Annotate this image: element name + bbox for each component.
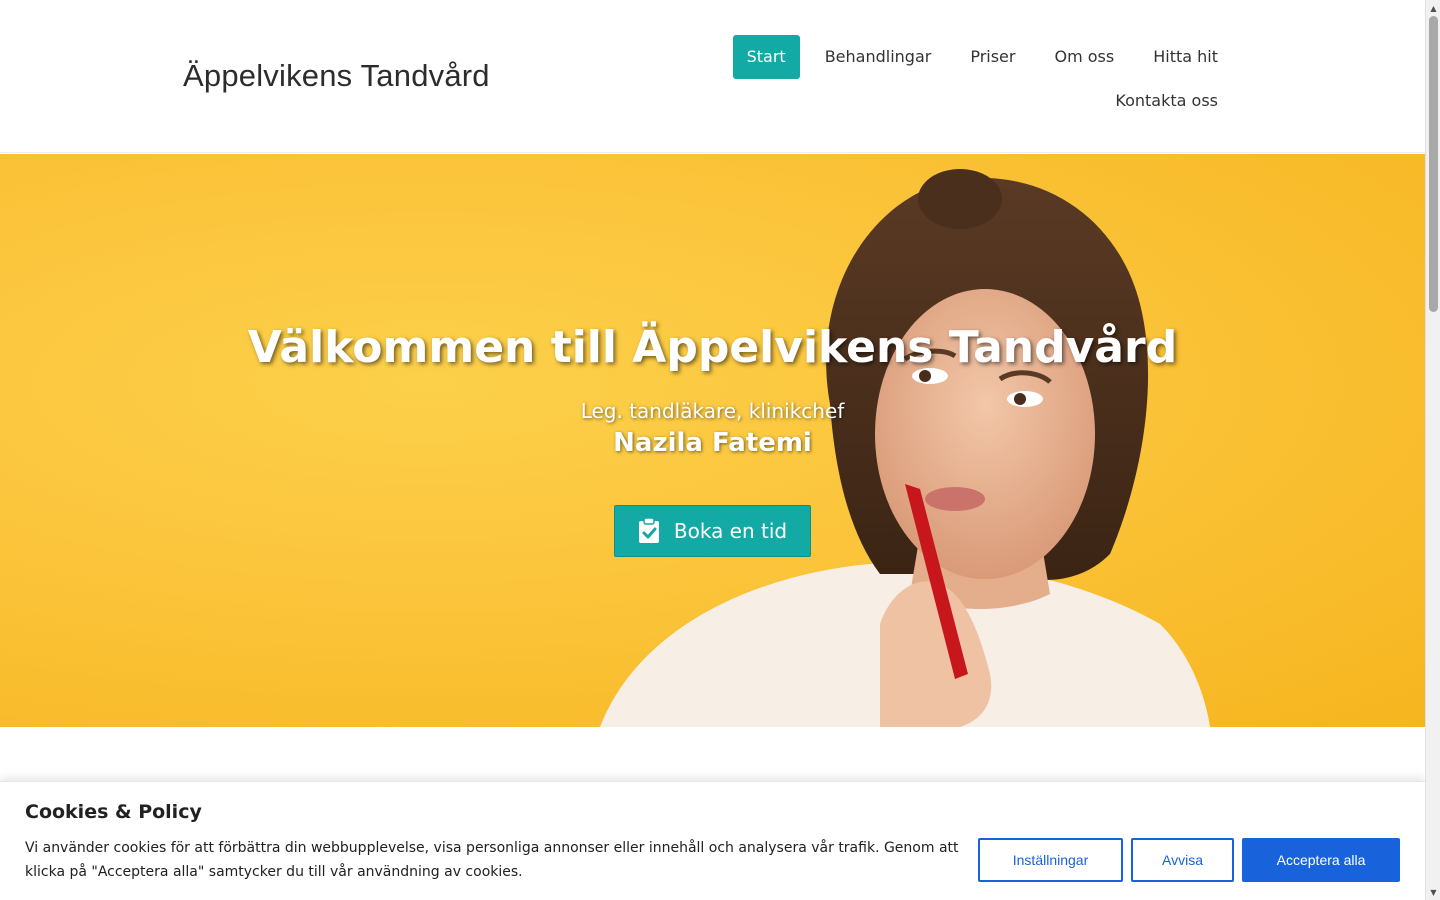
- site-header: Äppelvikens Tandvård Start Behandlingar …: [0, 0, 1425, 153]
- cookie-reject-button[interactable]: Avvisa: [1131, 838, 1234, 882]
- clipboard-check-icon: [638, 518, 659, 543]
- nav-item-hitta-hit[interactable]: Hitta hit: [1139, 35, 1218, 79]
- hero-content: Välkommen till Äppelvikens Tandvård Leg.…: [0, 154, 1425, 727]
- nav-item-start[interactable]: Start: [732, 35, 800, 79]
- nav-row-1: Start Behandlingar Priser Om oss Hitta h…: [698, 35, 1218, 79]
- nav-item-behandlingar[interactable]: Behandlingar: [811, 35, 946, 79]
- hero-subtitle: Leg. tandläkare, klinikchef: [580, 399, 845, 423]
- scroll-thumb[interactable]: [1429, 16, 1438, 312]
- cookie-accept-all-button[interactable]: Acceptera alla: [1242, 838, 1400, 882]
- page-scrollbar[interactable]: ▲ ▼: [1425, 0, 1440, 900]
- cookie-settings-button[interactable]: Inställningar: [978, 838, 1123, 882]
- nav-item-priser[interactable]: Priser: [956, 35, 1029, 79]
- hero-title: Välkommen till Äppelvikens Tandvård: [247, 322, 1178, 373]
- cookie-text: Vi använder cookies för att förbättra di…: [25, 840, 959, 880]
- nav-row-2: Kontakta oss: [698, 79, 1218, 123]
- book-appointment-button[interactable]: Boka en tid: [614, 505, 811, 557]
- main-navigation: Start Behandlingar Priser Om oss Hitta h…: [698, 35, 1218, 123]
- scroll-up-arrow-icon[interactable]: ▲: [1426, 2, 1440, 14]
- cookie-banner: Cookies & Policy Vi använder cookies för…: [0, 781, 1425, 900]
- cookie-title: Cookies & Policy: [25, 801, 202, 823]
- nav-item-om-oss[interactable]: Om oss: [1040, 35, 1128, 79]
- hero-name: Nazila Fatemi: [613, 428, 812, 458]
- scroll-down-arrow-icon[interactable]: ▼: [1426, 886, 1440, 898]
- book-appointment-label: Boka en tid: [673, 519, 788, 543]
- hero-banner: Välkommen till Äppelvikens Tandvård Leg.…: [0, 154, 1425, 727]
- site-title[interactable]: Äppelvikens Tandvård: [183, 58, 490, 94]
- nav-item-kontakta-oss[interactable]: Kontakta oss: [1101, 79, 1218, 123]
